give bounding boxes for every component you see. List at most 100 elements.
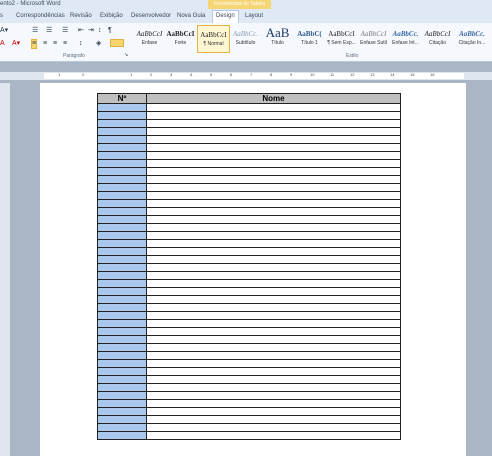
style-intense-quote[interactable]: AaBbCc. Citação In... <box>455 25 489 51</box>
style-intense-emphasis[interactable]: AaBbCc. Ênfase Int... <box>390 25 421 51</box>
number-cell[interactable] <box>97 367 147 376</box>
tab-home[interactable]: s <box>0 11 3 22</box>
name-cell[interactable] <box>146 423 401 432</box>
number-cell[interactable] <box>97 335 147 344</box>
number-cell[interactable] <box>97 287 147 296</box>
name-cell[interactable] <box>146 183 401 192</box>
name-cell[interactable] <box>146 359 401 368</box>
style-subtle-emphasis[interactable]: AaBbCcI Ênfase Sutil <box>358 25 389 51</box>
name-cell[interactable] <box>146 191 401 200</box>
number-cell[interactable] <box>97 263 147 272</box>
number-cell[interactable] <box>97 351 147 360</box>
number-cell[interactable] <box>97 255 147 264</box>
name-cell[interactable] <box>146 383 401 392</box>
number-cell[interactable] <box>97 399 147 408</box>
name-cell[interactable] <box>146 135 401 144</box>
name-cell[interactable] <box>146 399 401 408</box>
number-cell[interactable] <box>97 175 147 184</box>
name-cell[interactable] <box>146 215 401 224</box>
number-cell[interactable] <box>97 271 147 280</box>
number-cell[interactable] <box>97 111 147 120</box>
number-cell[interactable] <box>97 191 147 200</box>
name-cell[interactable] <box>146 311 401 320</box>
name-cell[interactable] <box>146 327 401 336</box>
number-cell[interactable] <box>97 135 147 144</box>
sort-icon[interactable]: ↕ <box>98 27 102 35</box>
name-cell[interactable] <box>146 303 401 312</box>
borders-icon[interactable] <box>110 39 124 47</box>
number-cell[interactable] <box>97 159 147 168</box>
name-cell[interactable] <box>146 223 401 232</box>
column-header-number[interactable]: Nº <box>97 93 147 104</box>
number-cell[interactable] <box>97 231 147 240</box>
number-cell[interactable] <box>97 207 147 216</box>
font-size-icon[interactable]: A▾ <box>0 27 8 35</box>
name-cell[interactable] <box>146 319 401 328</box>
name-cell[interactable] <box>146 279 401 288</box>
number-cell[interactable] <box>97 167 147 176</box>
name-cell[interactable] <box>146 391 401 400</box>
name-cell[interactable] <box>146 167 401 176</box>
number-cell[interactable] <box>97 327 147 336</box>
name-cell[interactable] <box>146 367 401 376</box>
name-cell[interactable] <box>146 263 401 272</box>
tab-design[interactable]: Design <box>212 10 239 23</box>
name-cell[interactable] <box>146 207 401 216</box>
style-title[interactable]: AaB Título <box>262 25 293 51</box>
name-cell[interactable] <box>146 247 401 256</box>
name-cell[interactable] <box>146 287 401 296</box>
name-cell[interactable] <box>146 199 401 208</box>
number-cell[interactable] <box>97 359 147 368</box>
name-cell[interactable] <box>146 431 401 440</box>
tab-developer[interactable]: Desenvolvedor <box>131 11 171 22</box>
decrease-indent-icon[interactable]: ⇤ <box>78 27 84 35</box>
number-cell[interactable] <box>97 239 147 248</box>
number-cell[interactable] <box>97 343 147 352</box>
tab-mailings[interactable]: Correspondências <box>16 11 65 22</box>
align-left-icon[interactable]: ≡ <box>31 39 38 49</box>
number-cell[interactable] <box>97 247 147 256</box>
style-no-spacing[interactable]: AaBbCcI ¶ Sem Esp... <box>326 25 357 51</box>
font-color-icon[interactable]: A <box>0 40 5 48</box>
number-cell[interactable] <box>97 423 147 432</box>
number-cell[interactable] <box>97 303 147 312</box>
name-cell[interactable] <box>146 407 401 416</box>
justify-icon[interactable]: ≡ <box>63 40 67 48</box>
name-cell[interactable] <box>146 295 401 304</box>
name-cell[interactable] <box>146 127 401 136</box>
text-color-icon[interactable]: A▾ <box>12 40 20 48</box>
name-cell[interactable] <box>146 103 401 112</box>
name-cell[interactable] <box>146 255 401 264</box>
name-cell[interactable] <box>146 375 401 384</box>
document-table[interactable]: Nº Nome <box>97 93 401 440</box>
style-subtitle[interactable]: AaBbCc. Subtítulo <box>230 25 261 51</box>
name-cell[interactable] <box>146 119 401 128</box>
number-cell[interactable] <box>97 407 147 416</box>
multilevel-list-icon[interactable]: ☰ <box>62 27 68 35</box>
name-cell[interactable] <box>146 343 401 352</box>
number-cell[interactable] <box>97 223 147 232</box>
name-cell[interactable] <box>146 175 401 184</box>
number-cell[interactable] <box>97 295 147 304</box>
align-right-icon[interactable]: ≡ <box>53 40 57 48</box>
number-cell[interactable] <box>97 183 147 192</box>
bullets-icon[interactable]: ☰ <box>32 27 38 35</box>
tab-layout[interactable]: Layout <box>245 11 263 22</box>
style-emphasis[interactable]: AaBbCcI Ênfase <box>134 25 165 51</box>
number-cell[interactable] <box>97 311 147 320</box>
number-cell[interactable] <box>97 391 147 400</box>
name-cell[interactable] <box>146 239 401 248</box>
number-cell[interactable] <box>97 279 147 288</box>
number-cell[interactable] <box>97 151 147 160</box>
tab-new[interactable]: Nova Guia <box>177 11 205 22</box>
number-cell[interactable] <box>97 383 147 392</box>
style-strong[interactable]: AaBbCcI Forte <box>165 25 196 51</box>
style-quote[interactable]: AaBbCcI Citação <box>422 25 453 51</box>
number-cell[interactable] <box>97 143 147 152</box>
column-header-name[interactable]: Nome <box>146 93 401 104</box>
name-cell[interactable] <box>146 111 401 120</box>
name-cell[interactable] <box>146 415 401 424</box>
horizontal-ruler[interactable]: 1 2 1 2 3 4 5 6 7 8 9 10 11 12 13 14 15 … <box>0 72 492 80</box>
number-cell[interactable] <box>97 103 147 112</box>
shading-icon[interactable]: ◈ <box>96 40 101 48</box>
